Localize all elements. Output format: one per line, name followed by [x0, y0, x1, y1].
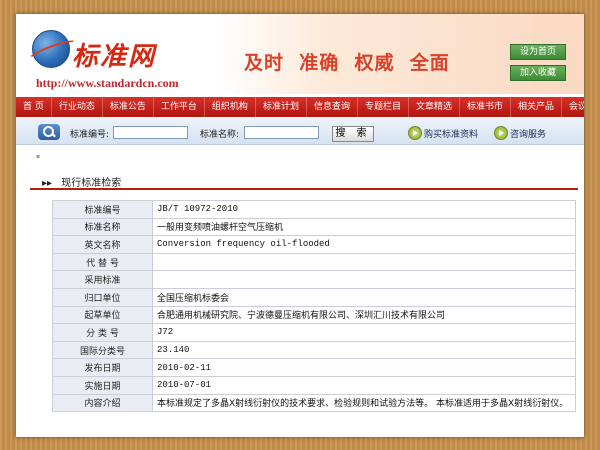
field-value — [152, 270, 576, 289]
field-label: 内容介绍 — [52, 393, 153, 413]
header-slogan: 及时 准确 权威 全面 — [244, 52, 450, 74]
table-row: 代 替 号 — [52, 252, 576, 272]
nav-item-industry-news[interactable]: 行业动态 — [52, 97, 103, 117]
table-row: 标准编号 JB/T 10972-2010 — [52, 200, 576, 219]
consult-link[interactable]: 咨询服务 — [510, 127, 546, 140]
site-header: 标准网 http://www.standardcn.com 及时 准确 权威 全… — [16, 14, 584, 94]
field-label: 起草单位 — [52, 305, 153, 325]
search-bar: 标准编号: 标准名称: 搜 索 购买标准资料 咨询服务 — [16, 118, 584, 145]
table-row: 内容介绍 本标准规定了多晶X射线衍射仪的技术要求、检验规则和试验方法等。 本标准适… — [52, 393, 576, 413]
standard-details-table: 标准编号 JB/T 10972-2010 标准名称 一般用变频喷油螺杆空气压缩机 英文名… — [52, 200, 576, 413]
set-homepage-button[interactable]: 设为首页 — [510, 44, 566, 60]
code-input[interactable] — [113, 126, 188, 139]
field-label: 标准名称 — [52, 217, 153, 237]
table-row: 采用标准 — [52, 270, 576, 289]
field-value: 全国压缩机标委会 — [152, 287, 576, 307]
main-nav: 首 页 行业动态 标准公告 工作平台 组织机构 标准计划 信息查询 专题栏目 文… — [16, 97, 584, 117]
table-row: 起草单位 合肥通用机械研究院、宁波德曼压缩机有限公司、深圳汇川技术有限公司 — [52, 305, 576, 325]
field-value: J72 — [152, 323, 576, 342]
search-icon — [38, 124, 60, 140]
nav-item-organizations[interactable]: 组织机构 — [205, 97, 256, 117]
site-url[interactable]: http://www.standardcn.com — [36, 76, 179, 91]
section-divider — [30, 188, 578, 190]
section-heading: ▸▸ 现行标准检索 — [42, 174, 121, 189]
nav-item-work-platform[interactable]: 工作平台 — [154, 97, 205, 117]
nav-item-topics[interactable]: 专题栏目 — [358, 97, 409, 117]
site-logo-text[interactable]: 标准网 — [72, 36, 156, 73]
nav-item-bookstore[interactable]: 标准书市 — [460, 97, 512, 117]
name-label: 标准名称: — [200, 130, 240, 140]
nav-item-info-query[interactable]: 信息查询 — [307, 97, 358, 117]
nav-item-standard-plans[interactable]: 标准计划 — [256, 97, 307, 117]
arrow-right-icon — [408, 126, 422, 140]
field-value: Conversion frequency oil-flooded — [152, 235, 576, 254]
field-value: 2010-07-01 — [152, 375, 576, 395]
table-row: 归口单位 全国压缩机标委会 — [52, 287, 576, 307]
nav-item-articles[interactable]: 文章精选 — [409, 97, 460, 117]
buy-standards-link[interactable]: 购买标准资料 — [424, 127, 478, 140]
field-label: 采用标准 — [52, 270, 153, 289]
field-label: 实施日期 — [52, 375, 153, 395]
arrow-right-icon — [494, 126, 508, 140]
table-row: 分 类 号 J72 — [52, 323, 576, 342]
table-row: 实施日期 2010-07-01 — [52, 375, 576, 395]
globe-logo-icon[interactable] — [32, 30, 70, 68]
field-label: 标准编号 — [52, 200, 153, 219]
field-label: 英文名称 — [52, 235, 153, 254]
decorative-dot: ▪ — [36, 153, 41, 160]
field-value: JB/T 10972-2010 — [152, 200, 576, 219]
name-input[interactable] — [244, 126, 319, 139]
table-row: 英文名称 Conversion frequency oil-flooded — [52, 235, 576, 254]
field-label: 归口单位 — [52, 287, 153, 307]
page-frame: 标准网 http://www.standardcn.com 及时 准确 权威 全… — [16, 14, 584, 437]
table-row: 标准名称 一般用变频喷油螺杆空气压缩机 — [52, 217, 576, 237]
field-value: 2010-02-11 — [152, 358, 576, 377]
nav-item-announcements[interactable]: 标准公告 — [103, 97, 154, 117]
add-favorite-button[interactable]: 加入收藏 — [510, 65, 566, 81]
code-label: 标准编号: — [70, 130, 110, 140]
field-value: 本标准规定了多晶X射线衍射仪的技术要求、检验规则和试验方法等。 本标准适用于多晶… — [152, 393, 576, 413]
table-row: 国际分类号 23.140 — [52, 340, 576, 360]
field-value: 一般用变频喷油螺杆空气压缩机 — [152, 217, 576, 237]
field-label: 代 替 号 — [52, 252, 153, 272]
field-value: 23.140 — [152, 340, 576, 360]
field-label: 发布日期 — [52, 358, 153, 377]
field-value: 合肥通用机械研究院、宁波德曼压缩机有限公司、深圳汇川技术有限公司 — [152, 305, 576, 325]
nav-item-live[interactable]: 会议直播 — [562, 97, 584, 117]
nav-item-products[interactable]: 相关产品 — [511, 97, 563, 117]
table-row: 发布日期 2010-02-11 — [52, 358, 576, 377]
search-button[interactable]: 搜 索 — [332, 126, 374, 142]
field-label: 国际分类号 — [52, 340, 153, 360]
field-label: 分 类 号 — [52, 323, 153, 342]
nav-item-home[interactable]: 首 页 — [16, 97, 52, 117]
field-value — [152, 252, 576, 272]
